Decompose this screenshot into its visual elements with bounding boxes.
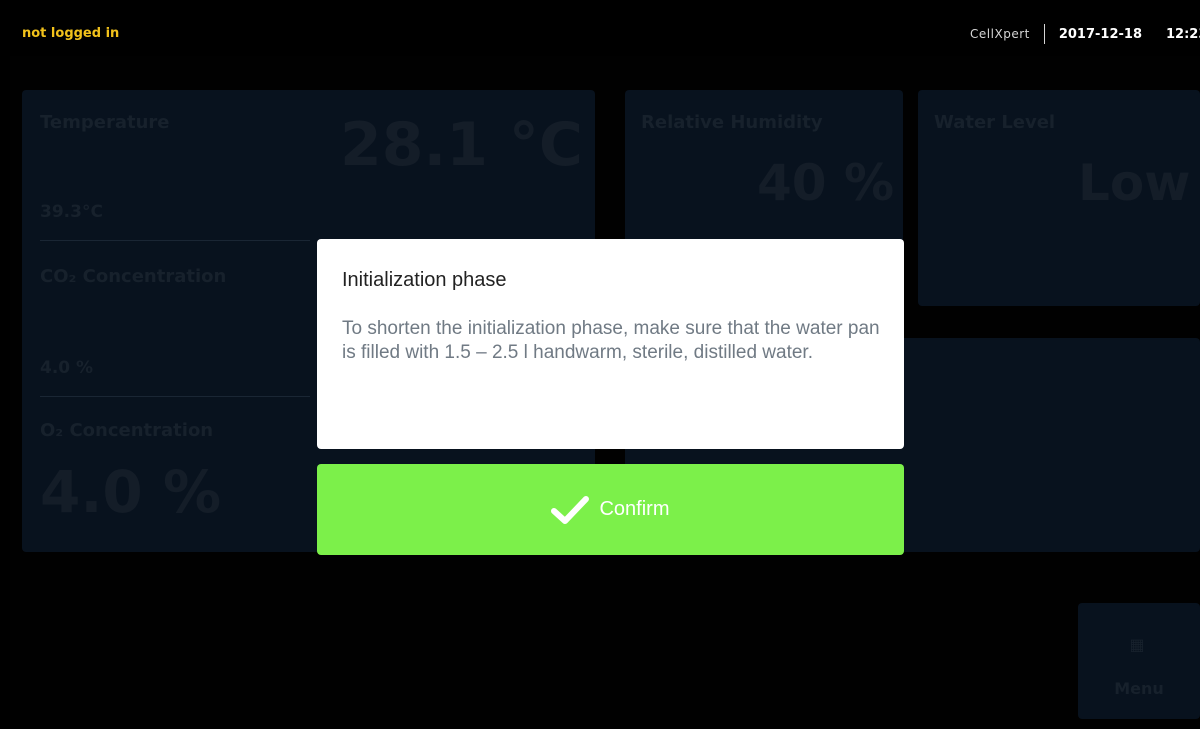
co2-setpoint: 4.0 % <box>40 358 94 378</box>
humidity-label: Relative Humidity <box>641 112 823 133</box>
temperature-setpoint: 39.3°C <box>40 202 103 222</box>
water-level-tile[interactable]: Water Level Low <box>918 90 1200 306</box>
divider <box>40 396 310 397</box>
dialog-message: To shorten the initialization phase, mak… <box>342 318 880 363</box>
menu-label: Menu <box>1114 679 1164 698</box>
temperature-value: 28.1 °C <box>340 110 583 180</box>
login-status[interactable]: not logged in <box>22 26 119 41</box>
temperature-label: Temperature <box>40 112 170 133</box>
dialog-title: Initialization phase <box>342 269 507 291</box>
menu-button[interactable]: ▦ Menu <box>1078 603 1200 719</box>
humidity-value: 40 % <box>757 154 895 212</box>
status-separator <box>1043 24 1045 44</box>
date-display: 2017-12-18 <box>1058 26 1142 42</box>
status-right: CellXpert 2017-12-18 12:23 <box>970 24 1200 44</box>
time-display: 12:23 <box>1166 26 1200 42</box>
water-level-label: Water Level <box>934 112 1056 133</box>
screen: Temperature 28.1 °C 39.3°C CO₂ Concentra… <box>10 12 1200 729</box>
confirm-button[interactable]: Confirm <box>317 464 904 555</box>
water-level-value: Low <box>1078 154 1191 212</box>
confirm-label: Confirm <box>599 498 670 520</box>
grid-menu-icon: ▦ <box>1129 635 1145 654</box>
co2-label: CO₂ Concentration <box>40 266 227 287</box>
divider <box>40 240 310 241</box>
checkmark-icon <box>551 495 590 524</box>
status-bar: not logged in CellXpert 2017-12-18 12:23 <box>10 12 1200 56</box>
o2-label: O₂ Concentration <box>40 420 214 441</box>
initialization-dialog: Initialization phase To shorten the init… <box>317 239 904 449</box>
brand-label: CellXpert <box>970 27 1030 41</box>
o2-value: 4.0 % <box>40 458 222 526</box>
